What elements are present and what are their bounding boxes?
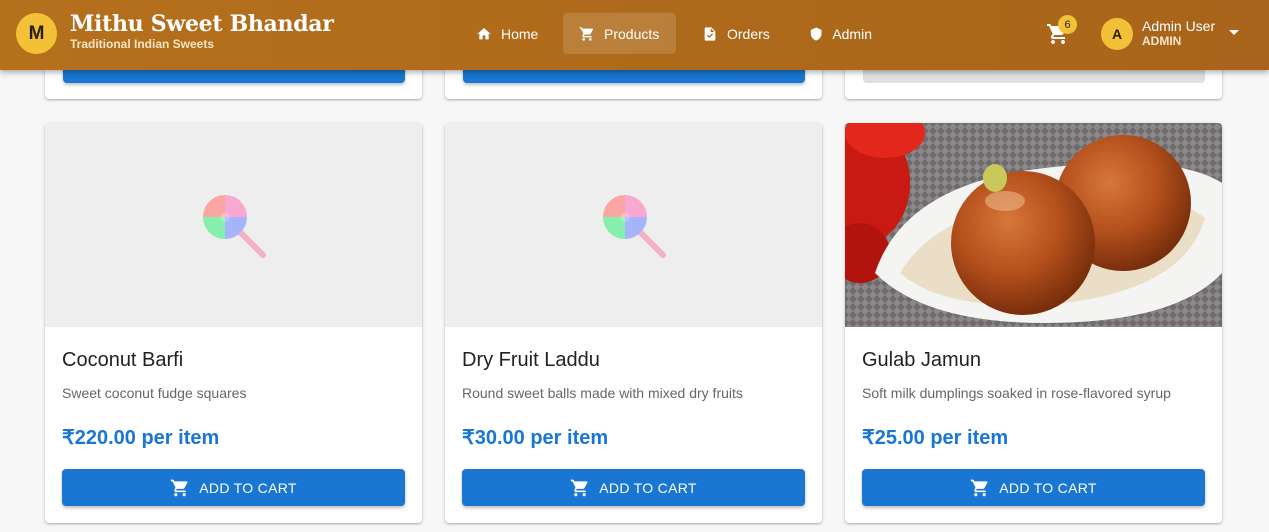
user-info: Admin User ADMIN xyxy=(1142,19,1215,49)
product-image xyxy=(845,123,1222,327)
user-avatar: A xyxy=(1101,18,1133,50)
product-price: ₹220.00 per item xyxy=(62,427,220,449)
nav-admin-label: Admin xyxy=(832,25,872,42)
nav-products[interactable]: Products xyxy=(563,13,676,54)
product-description: Sweet coconut fudge squares xyxy=(62,385,247,401)
cart-icon xyxy=(579,26,594,41)
product-name: Coconut Barfi xyxy=(62,349,184,371)
brand-block[interactable]: Mithu Sweet Bhandar Traditional Indian S… xyxy=(70,11,334,51)
add-to-cart-button[interactable]: ADD TO CART xyxy=(462,469,805,506)
nav-admin[interactable]: Admin xyxy=(793,13,888,54)
add-to-cart-button[interactable]: ADD TO CART xyxy=(862,469,1205,506)
brand-tagline: Traditional Indian Sweets xyxy=(70,37,215,51)
app-header: M Mithu Sweet Bhandar Traditional Indian… xyxy=(0,0,1269,70)
product-description: Soft milk dumplings soaked in rose-flavo… xyxy=(862,385,1171,401)
nav-home-label: Home xyxy=(501,25,539,42)
nav-products-label: Products xyxy=(604,25,660,42)
product-price: ₹30.00 per item xyxy=(462,427,609,449)
cart-icon xyxy=(571,479,588,496)
gulab-jamun-photo xyxy=(845,123,1222,327)
product-image xyxy=(45,123,422,327)
product-name: Dry Fruit Laddu xyxy=(462,349,600,371)
add-to-cart-button[interactable]: ADD TO CART xyxy=(62,469,405,506)
product-name: Gulab Jamun xyxy=(862,349,981,371)
chevron-down-icon xyxy=(1229,30,1239,35)
nav-orders-label: Orders xyxy=(727,25,770,42)
product-card: Coconut Barfi Sweet coconut fudge square… xyxy=(45,123,422,523)
nav-orders[interactable]: Orders xyxy=(686,13,786,54)
product-price: ₹25.00 per item xyxy=(862,427,1009,449)
home-icon xyxy=(477,27,491,39)
product-description: Round sweet balls made with mixed dry fr… xyxy=(462,385,743,401)
product-image xyxy=(445,123,822,327)
receipt-icon xyxy=(704,26,716,41)
cart-count-badge: 6 xyxy=(1058,15,1077,34)
cart-icon xyxy=(971,479,988,496)
cart-icon xyxy=(171,479,188,496)
add-to-cart-label: ADD TO CART xyxy=(999,479,1097,496)
nav-home[interactable]: Home xyxy=(460,13,556,54)
add-to-cart-label: ADD TO CART xyxy=(599,479,697,496)
product-card: Dry Fruit Laddu Round sweet balls made w… xyxy=(445,123,822,523)
logo-avatar[interactable]: M xyxy=(16,13,57,54)
lollipop-icon xyxy=(603,195,666,258)
shield-icon xyxy=(810,26,822,41)
user-role: ADMIN xyxy=(1142,34,1182,48)
user-menu[interactable]: A Admin User ADMIN xyxy=(1101,16,1239,52)
product-card: Gulab Jamun Soft milk dumplings soaked i… xyxy=(845,123,1222,523)
lollipop-icon xyxy=(203,195,266,258)
add-to-cart-label: ADD TO CART xyxy=(199,479,297,496)
user-name: Admin User xyxy=(1142,18,1216,34)
brand-name: Mithu Sweet Bhandar xyxy=(70,11,334,37)
